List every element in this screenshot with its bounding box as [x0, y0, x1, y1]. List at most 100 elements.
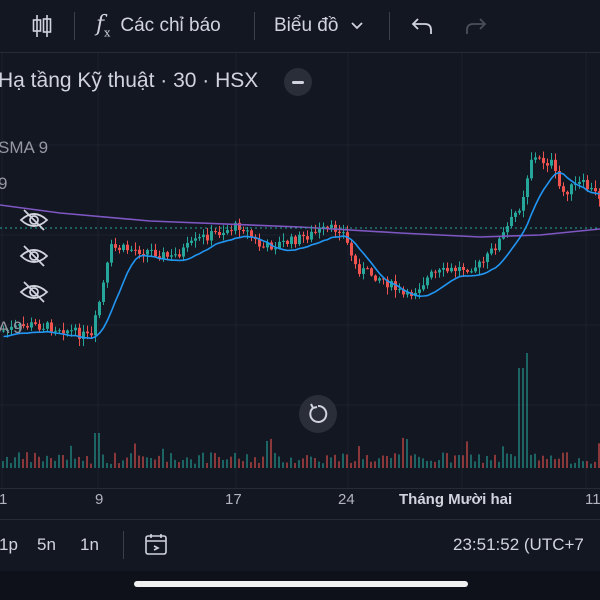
candle-body: [50, 322, 53, 332]
price-chart[interactable]: [0, 53, 600, 488]
candle-body: [362, 268, 365, 274]
volume-bar: [114, 452, 116, 468]
candle-body: [290, 236, 293, 245]
top-toolbar: fx Các chỉ báo Biểu đồ: [0, 0, 600, 53]
candle-body: [282, 240, 285, 242]
candle-body: [474, 267, 477, 272]
candle-body: [110, 244, 113, 263]
redo-button[interactable]: [464, 0, 488, 52]
volume-bar: [422, 458, 424, 468]
candle-body: [134, 249, 137, 251]
volume-bar: [542, 455, 544, 468]
volume-bar: [246, 454, 248, 468]
candle-body: [314, 231, 317, 233]
volume-bar: [286, 462, 288, 468]
candle-body: [418, 289, 421, 293]
candle-body: [162, 252, 165, 259]
volume-bar: [430, 460, 432, 468]
candle-body: [570, 184, 573, 195]
candle-body: [534, 157, 537, 160]
candle-body: [170, 255, 173, 257]
volume-bar: [314, 458, 316, 468]
volume-bar: [54, 460, 56, 468]
volume-bar: [494, 454, 496, 468]
volume-bar: [222, 459, 224, 468]
volume-bar: [266, 440, 268, 468]
interval-1n-button[interactable]: 1n: [80, 520, 99, 570]
candle-body: [174, 254, 177, 256]
candle-body: [338, 231, 341, 233]
volume-bar: [110, 463, 112, 468]
candle-body: [446, 267, 449, 272]
candle-body: [138, 249, 141, 254]
candle-body: [198, 237, 201, 239]
candlestick-icon[interactable]: [30, 0, 54, 52]
candle-body: [450, 267, 453, 272]
candle-body: [370, 268, 373, 276]
volume-bar: [122, 460, 124, 468]
home-indicator[interactable]: [134, 581, 468, 587]
candle-body: [102, 282, 105, 302]
date-range-button[interactable]: [144, 533, 170, 557]
volume-bar: [390, 457, 392, 468]
volume-bar: [90, 463, 92, 468]
candle-body: [514, 212, 517, 217]
candle-body: [58, 330, 61, 332]
volume-bar: [50, 458, 52, 468]
volume-bar: [146, 457, 148, 468]
volume-bar: [70, 445, 72, 468]
bottom-toolbar: 1p 5n 1n 23:51:52 (UTC+7: [0, 519, 600, 572]
legend-indicator-label[interactable]: 9: [0, 174, 7, 194]
legend-indicator-label[interactable]: A 9: [0, 318, 23, 338]
symbol-title[interactable]: Hạ tầng Kỹ thuật · 30 · HSX: [0, 69, 258, 93]
volume-bar: [462, 455, 464, 468]
volume-bar: [310, 456, 312, 468]
reset-chart-button[interactable]: [299, 395, 337, 433]
home-indicator-area: [0, 571, 600, 600]
volume-bar: [442, 452, 444, 468]
eye-off-icon[interactable]: [19, 244, 49, 268]
volume-bar: [526, 353, 528, 468]
clock-timezone[interactable]: 23:51:52 (UTC+7: [453, 520, 584, 570]
candle-body: [470, 271, 473, 273]
volume-bar: [58, 454, 60, 468]
candle-body: [38, 323, 41, 330]
chart-type-dropdown[interactable]: Biểu đồ: [274, 0, 364, 52]
volume-bar: [290, 457, 292, 468]
candle-body: [130, 249, 133, 251]
volume-bar: [478, 454, 480, 468]
chart-area[interactable]: Hạ tầng Kỹ thuật · 30 · HSX SMA 9 9 A 9: [0, 53, 600, 488]
time-axis-label: Tháng Mười hai: [399, 491, 513, 508]
interval-5n-button[interactable]: 5n: [37, 520, 56, 570]
volume-bar: [226, 459, 228, 468]
volume-bar: [250, 462, 252, 468]
candle-body: [286, 240, 289, 245]
volume-bar: [366, 455, 368, 468]
volume-bar: [410, 455, 412, 468]
volume-bar: [386, 456, 388, 468]
candle-body: [522, 197, 525, 211]
candle-body: [594, 188, 597, 192]
candle-body: [62, 330, 65, 334]
toolbar-divider: [123, 531, 124, 559]
interval-1p-button[interactable]: 1p: [0, 520, 18, 570]
volume-bar: [194, 463, 196, 468]
undo-button[interactable]: [410, 0, 434, 52]
indicators-button[interactable]: fx Các chỉ báo: [96, 0, 221, 52]
candle-body: [178, 254, 181, 257]
volume-bar: [434, 461, 436, 468]
time-axis[interactable]: 1 9 17 24 Tháng Mười hai 11: [0, 488, 600, 519]
volume-bar: [234, 452, 236, 468]
candle-body: [590, 188, 593, 190]
collapse-legend-button[interactable]: [284, 68, 312, 96]
candle-body: [586, 179, 589, 190]
candle-body: [210, 231, 213, 241]
eye-off-icon[interactable]: [19, 280, 49, 304]
candle-body: [114, 244, 117, 248]
volume-bar: [474, 461, 476, 468]
time-axis-label: 9: [95, 491, 104, 508]
volume-bar: [402, 437, 404, 468]
legend-sma-label[interactable]: SMA 9: [0, 138, 48, 158]
volume-bar: [446, 453, 448, 468]
eye-off-icon[interactable]: [19, 208, 49, 232]
